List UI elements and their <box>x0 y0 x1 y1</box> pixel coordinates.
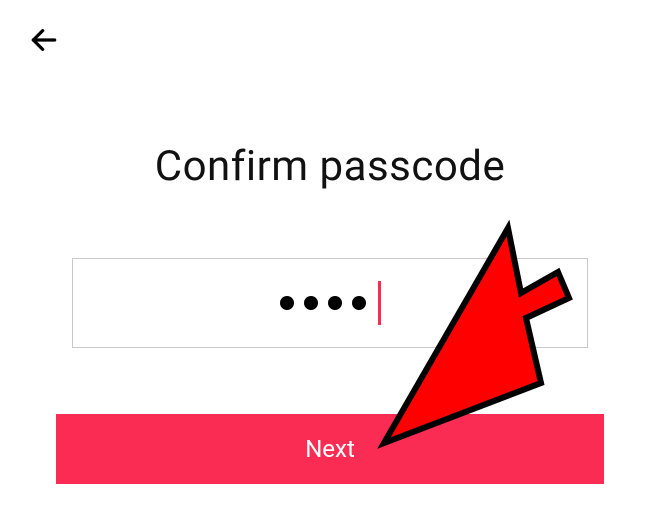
back-button[interactable] <box>22 18 66 62</box>
text-cursor <box>378 281 381 325</box>
passcode-input[interactable] <box>72 258 588 348</box>
passcode-dot <box>328 296 342 310</box>
arrow-left-icon <box>28 24 60 56</box>
passcode-dot <box>280 296 294 310</box>
passcode-dots <box>280 281 381 325</box>
page-title: Confirm passcode <box>0 142 660 191</box>
passcode-dot <box>304 296 318 310</box>
next-button-label: Next <box>305 435 355 463</box>
next-button[interactable]: Next <box>56 414 604 484</box>
confirm-passcode-screen: Confirm passcode Next <box>0 0 660 506</box>
passcode-dot <box>352 296 366 310</box>
